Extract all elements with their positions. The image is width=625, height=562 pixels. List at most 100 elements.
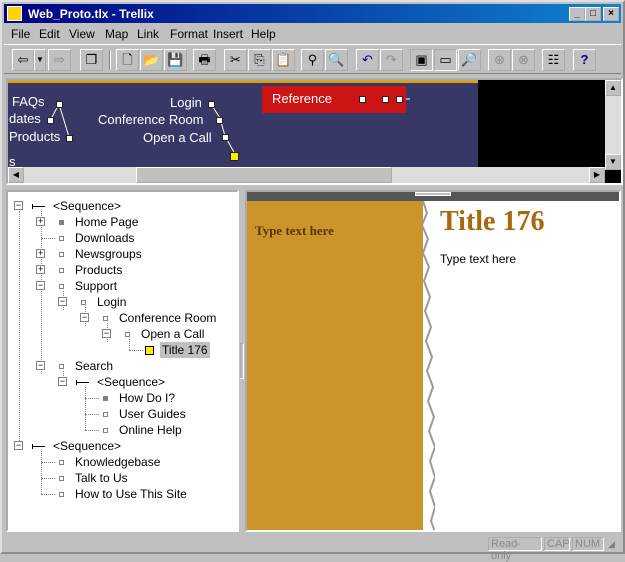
tree-item-online-help[interactable]: Online Help [119,422,182,438]
map-node-products[interactable] [66,135,73,142]
expand-toggle-icon[interactable]: + [36,249,45,258]
tree-item-login[interactable]: Login [97,294,126,310]
page-icon [59,252,64,257]
unlink-icon[interactable]: ⊗ [512,49,535,71]
tree-item-title-176[interactable]: Title 176 [160,342,210,358]
printer-icon[interactable]: 🖶 [193,49,216,71]
resize-grip-icon[interactable]: ◢ [608,539,615,550]
page-sidebar-panel[interactable]: Type text here [247,201,435,530]
collapse-toggle-icon[interactable]: − [14,441,23,450]
cut-scissors-icon[interactable]: ✂ [224,49,247,71]
menu-view[interactable]: View [69,27,95,41]
tree-item-products[interactable]: Products [75,262,122,278]
back-dropdown-icon[interactable]: ▼ [34,49,46,71]
map-node-reference-3[interactable] [396,96,403,103]
publish-icon[interactable]: ☷ [542,49,565,71]
page-body-text[interactable]: Type text here [440,252,516,266]
tree-item-newsgroups[interactable]: Newsgroups [75,246,142,262]
minimize-button[interactable]: _ [569,7,585,21]
tree-item-open-a-call[interactable]: Open a Call [141,326,204,342]
expand-toggle-icon[interactable]: + [36,217,45,226]
menu-help[interactable]: Help [251,27,276,41]
forward-arrow-icon[interactable]: ⇨ [48,49,71,71]
page-title[interactable]: Title 176 [440,206,544,238]
tree-item-search[interactable]: Search [75,358,113,374]
trellix-app-icon[interactable] [7,6,22,21]
torn-edge-decoration [420,201,435,530]
outline-tree[interactable]: − <Sequence> + Home Page Downloads + New… [6,190,239,532]
tree-item-user-guides[interactable]: User Guides [119,406,186,422]
map-canvas[interactable]: FAQs dates Products s Login Conference R… [8,80,478,172]
collapse-toggle-icon[interactable]: − [102,329,111,338]
page-icon [81,300,86,305]
paste-icon[interactable]: 📋 [272,49,295,71]
zoom-magnifier-icon[interactable]: 🔎 [458,49,481,71]
find-binoculars-icon[interactable]: ⚲ [301,49,324,71]
tree-guide-line [41,211,42,374]
map-horizontal-scrollbar[interactable]: ◀ ▶ [8,167,605,183]
scroll-left-arrow-icon[interactable]: ◀ [8,167,24,183]
scroll-down-arrow-icon[interactable]: ▼ [605,154,621,170]
map-node-faqs[interactable] [56,101,63,108]
page-view[interactable]: Type text here Title 176 Type text here [245,190,621,532]
title-bar[interactable]: Web_Proto.tlx - Trellix _ □ × [4,4,621,23]
map-node-reference-1[interactable] [359,96,366,103]
map-node-login[interactable] [208,101,215,108]
back-arrow-icon[interactable]: ⇦ [12,49,34,71]
tree-item-sequence[interactable]: <Sequence> [53,198,121,214]
map-node-title-176-selected[interactable] [230,152,239,161]
tree-item-knowledgebase[interactable]: Knowledgebase [75,454,160,470]
map-horizontal-scroll-thumb[interactable] [136,167,392,183]
tree-item-sequence-search[interactable]: <Sequence> [97,374,165,390]
collapse-toggle-icon[interactable]: − [80,313,89,322]
scroll-up-arrow-icon[interactable]: ▲ [605,80,621,96]
splitter-grip[interactable] [240,343,244,379]
collapse-toggle-icon[interactable]: − [58,377,67,386]
tree-item-home-page[interactable]: Home Page [75,214,138,230]
close-button[interactable]: × [603,7,619,21]
undo-icon[interactable]: ↶ [356,49,379,71]
save-disk-icon[interactable]: 💾 [164,49,187,71]
find-replace-icon[interactable]: 🔍 [325,49,348,71]
map-view[interactable]: FAQs dates Products s Login Conference R… [6,78,623,185]
context-help-icon[interactable]: ? [573,49,596,71]
link-icon[interactable]: ⊛ [488,49,511,71]
tree-item-talk-to-us[interactable]: Talk to Us [75,470,128,486]
map-node-open-a-call[interactable] [222,134,229,141]
tree-item-how-do-i[interactable]: How Do I? [119,390,175,406]
collapse-toggle-icon[interactable]: − [58,297,67,306]
tree-item-how-to-use-this-site[interactable]: How to Use This Site [75,486,187,502]
expand-toggle-icon[interactable]: + [36,265,45,274]
menu-format[interactable]: Format [170,27,208,41]
scroll-right-arrow-icon[interactable]: ▶ [589,167,605,183]
open-folder-icon[interactable]: 📂 [140,49,163,71]
map-node-reference-2[interactable] [382,96,389,103]
tree-item-downloads[interactable]: Downloads [75,230,134,246]
sidebar-placeholder-text[interactable]: Type text here [255,223,334,239]
collapse-toggle-icon[interactable]: − [14,201,23,210]
tree-item-sequence-bottom[interactable]: <Sequence> [53,438,121,454]
sequence-icon [76,380,89,387]
new-document-icon[interactable]: 🗋 [116,49,139,71]
map-node-updates[interactable] [47,117,54,124]
tree-item-conference-room[interactable]: Conference Room [119,310,216,326]
map-label-reference[interactable]: Reference [272,91,332,106]
map-node-conference-room[interactable] [216,117,223,124]
menu-insert[interactable]: Insert [213,27,243,41]
menu-link[interactable]: Link [137,27,159,41]
map-vertical-scrollbar[interactable]: ▲ ▼ [605,80,621,170]
redo-icon[interactable]: ↷ [380,49,403,71]
menu-file[interactable]: File [11,27,30,41]
tree-guide-line [129,350,143,351]
tree-item-support[interactable]: Support [75,278,117,294]
collapse-toggle-icon[interactable]: − [36,281,45,290]
map-view-toggle-icon[interactable]: ▣ [410,49,433,71]
maximize-button[interactable]: □ [585,7,601,21]
page-view-toggle-icon[interactable]: ▭ [434,49,457,71]
copy-icon[interactable]: ⎘ [248,49,271,71]
page-ruler-marker[interactable] [415,192,451,196]
menu-edit[interactable]: Edit [39,27,60,41]
pages-icon[interactable]: ❐ [80,49,103,71]
collapse-toggle-icon[interactable]: − [36,361,45,370]
menu-map[interactable]: Map [105,27,128,41]
